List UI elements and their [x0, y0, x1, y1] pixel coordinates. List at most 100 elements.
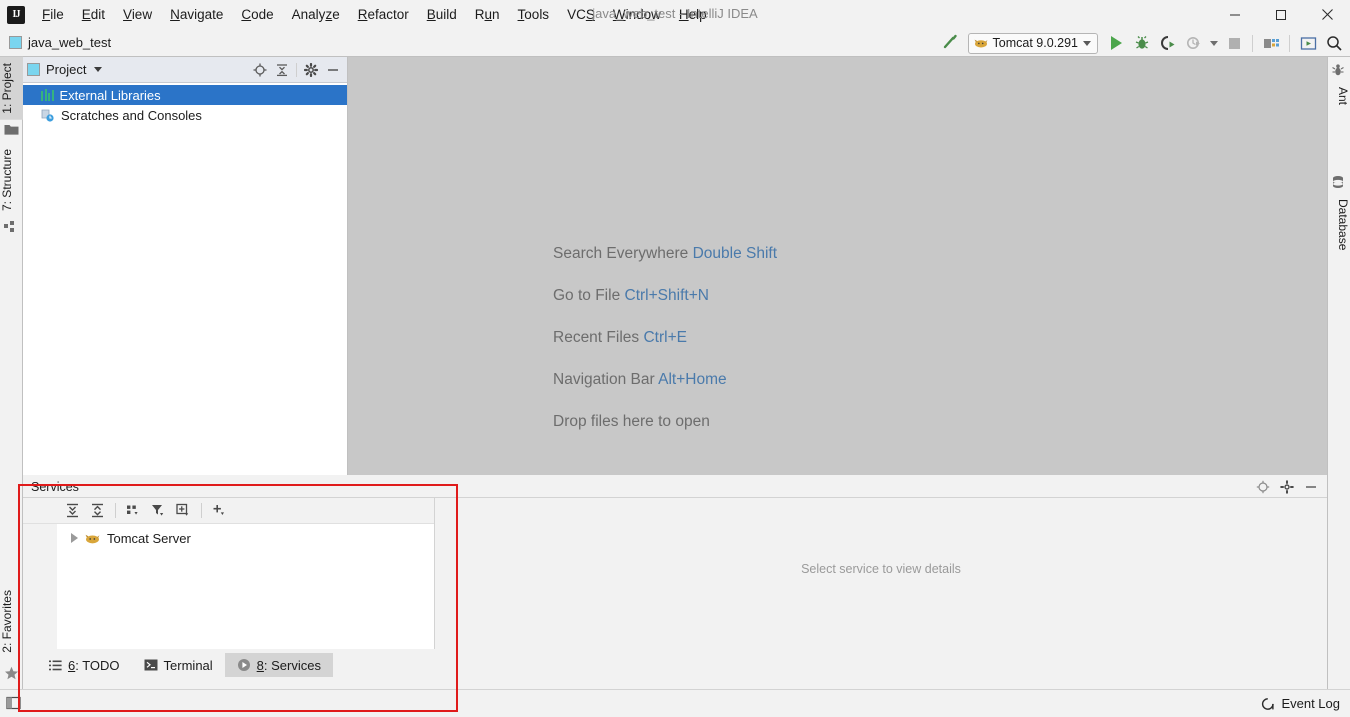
title-bar: IJ File Edit View Navigate Code Analyze …: [0, 0, 1350, 29]
sidebar-item-project[interactable]: 1: Project: [0, 57, 23, 120]
project-folder-icon: [4, 123, 19, 138]
filter-icon[interactable]: [147, 500, 170, 522]
tree-item-scratches-and-consoles[interactable]: Scratches and Consoles: [23, 105, 347, 125]
services-header-actions: [1253, 477, 1327, 497]
menu-view[interactable]: View: [114, 4, 161, 25]
scratches-icon: [41, 109, 55, 122]
services-tree: Tomcat Server: [23, 524, 434, 649]
event-log-label: Event Log: [1281, 696, 1340, 711]
toolbar-actions: Tomcat 9.0.291: [938, 29, 1346, 57]
project-structure-icon[interactable]: [1259, 31, 1283, 55]
services-detail-pane: Select service to view details: [435, 498, 1327, 649]
minimize-button[interactable]: [1212, 0, 1258, 29]
group-by-icon[interactable]: [122, 500, 145, 522]
services-body: Tomcat Server Select service to view det…: [23, 498, 1327, 649]
sidebar-item-database[interactable]: Database: [1327, 193, 1350, 256]
tab-todo[interactable]: 6: TODO: [37, 653, 132, 677]
toolbar-separator-2: [1289, 34, 1290, 52]
menu-vcs[interactable]: VCS: [558, 4, 604, 25]
hint-drop-files: Drop files here to open: [553, 413, 710, 430]
gear-icon[interactable]: [301, 60, 321, 80]
toolbar-separator-1: [1252, 34, 1253, 52]
tab-terminal[interactable]: Terminal: [132, 653, 225, 677]
breadcrumb[interactable]: java_web_test: [9, 35, 111, 50]
close-button[interactable]: [1304, 0, 1350, 29]
services-header: Services: [23, 476, 1327, 498]
database-icon: [1331, 175, 1346, 190]
tool-window-tabs: 6: TODO Terminal 8: Services: [0, 653, 1350, 677]
project-icon: [27, 63, 40, 76]
run-icon[interactable]: [1104, 31, 1128, 55]
add-service-icon[interactable]: [208, 500, 231, 522]
toggle-toolwindows-icon[interactable]: [6, 696, 21, 711]
sidebar-item-ant[interactable]: Ant: [1327, 81, 1350, 111]
project-panel-title-group[interactable]: Project: [27, 62, 103, 77]
hide-icon[interactable]: [1301, 477, 1321, 497]
locate-icon[interactable]: [250, 60, 270, 80]
left-tool-window-bar: 1: Project 7: Structure 2: Favorites: [0, 57, 23, 689]
services-list-pane: Tomcat Server: [23, 498, 435, 649]
chevron-right-icon[interactable]: [71, 533, 78, 543]
panel-separator: [296, 62, 297, 77]
todo-icon: [49, 660, 62, 671]
collapse-all-icon[interactable]: [272, 60, 292, 80]
run-with-coverage-icon[interactable]: [1156, 31, 1180, 55]
editor-hints: Search Everywhere Double Shift Go to Fil…: [553, 245, 777, 431]
terminal-icon: [144, 659, 158, 671]
chevron-down-icon[interactable]: [94, 67, 103, 72]
hint-go-to-file: Go to File Ctrl+Shift+N: [553, 287, 709, 304]
add-view-icon[interactable]: [172, 500, 195, 522]
sidebar-item-favorites[interactable]: 2: Favorites: [0, 584, 23, 659]
profile-icon[interactable]: [1182, 31, 1206, 55]
project-tree: External Libraries Scratches and Console…: [23, 83, 347, 125]
libraries-icon: [41, 89, 54, 101]
services-detail-placeholder: Select service to view details: [801, 561, 961, 576]
hint-recent-files: Recent Files Ctrl+E: [553, 329, 687, 346]
update-running-application-icon[interactable]: [1296, 31, 1320, 55]
editor-empty-area[interactable]: Search Everywhere Double Shift Go to Fil…: [348, 57, 1327, 475]
maximize-button[interactable]: [1258, 0, 1304, 29]
menu-edit[interactable]: Edit: [73, 4, 114, 25]
chevron-down-icon[interactable]: [1083, 40, 1091, 46]
services-tool-window: Services Tomcat Server Select service to…: [23, 476, 1327, 677]
menu-analyze[interactable]: Analyze: [283, 4, 349, 25]
project-panel-actions: [250, 60, 343, 80]
locate-icon[interactable]: [1253, 477, 1273, 497]
services-icon: [237, 658, 251, 672]
collapse-all-icon[interactable]: [86, 500, 109, 522]
menu-window[interactable]: Window: [604, 4, 670, 25]
menu-refactor[interactable]: Refactor: [349, 4, 418, 25]
menu-navigate[interactable]: Navigate: [161, 4, 232, 25]
menu-run[interactable]: Run: [466, 4, 509, 25]
tree-item-label: External Libraries: [59, 87, 161, 103]
hide-icon[interactable]: [323, 60, 343, 80]
tomcat-icon: [85, 532, 100, 545]
tree-item-external-libraries[interactable]: External Libraries: [23, 85, 347, 105]
breadcrumb-label: java_web_test: [28, 35, 112, 50]
menu-code[interactable]: Code: [232, 4, 282, 25]
event-log-icon: [1261, 697, 1275, 711]
hint-search-everywhere: Search Everywhere Double Shift: [553, 245, 778, 262]
run-configuration-label: Tomcat 9.0.291: [992, 36, 1078, 50]
search-everywhere-icon[interactable]: [1322, 31, 1346, 55]
run-configuration-selector[interactable]: Tomcat 9.0.291: [967, 32, 1098, 54]
gear-icon[interactable]: [1277, 477, 1297, 497]
services-tree-item-tomcat-server[interactable]: Tomcat Server: [57, 528, 434, 548]
menu-file[interactable]: File: [33, 4, 73, 25]
tab-services[interactable]: 8: Services: [224, 653, 333, 677]
tab-services-label: 8: Services: [256, 657, 321, 673]
stop-icon[interactable]: [1222, 31, 1246, 55]
hint-navigation-bar: Navigation Bar Alt+Home: [553, 371, 727, 388]
status-bar: Event Log: [0, 689, 1350, 717]
menu-tools[interactable]: Tools: [509, 4, 559, 25]
profile-dropdown-icon[interactable]: [1208, 31, 1220, 55]
hammer-icon[interactable]: [938, 31, 962, 55]
intellij-idea-window: IJ File Edit View Navigate Code Analyze …: [0, 0, 1350, 717]
menu-help[interactable]: Help: [670, 4, 716, 25]
project-panel-title: Project: [46, 62, 87, 77]
debug-icon[interactable]: [1130, 31, 1154, 55]
sidebar-item-structure[interactable]: 7: Structure: [0, 143, 23, 217]
event-log-button[interactable]: Event Log: [1261, 696, 1340, 711]
menu-build[interactable]: Build: [418, 4, 466, 25]
expand-all-icon[interactable]: [61, 500, 84, 522]
